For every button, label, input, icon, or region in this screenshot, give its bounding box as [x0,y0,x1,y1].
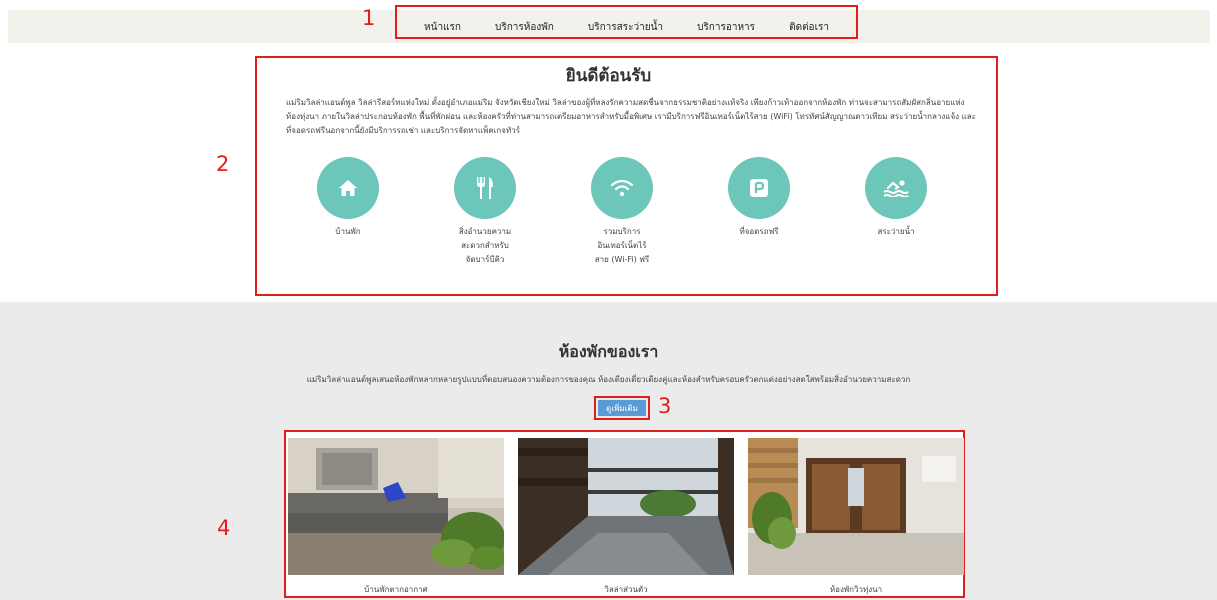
swimmer-icon [865,157,927,219]
room-photo-balcony[interactable] [518,438,734,575]
more-button-frame: ดูเพิ่มเติม [594,396,650,420]
annotation-2: 2 [216,152,230,176]
welcome-text: แม่ริมวิลล่าแอนด์พูล วิลล่ารีสอร์ทแห่งให… [286,98,976,135]
nav-item-food[interactable]: บริการอาหาร [697,10,755,35]
feature-bbq: สิ่งอำนวยความ สะดวกสำหรับ จัดบาร์บีคิว [425,157,545,267]
nav-item-rooms[interactable]: บริการห้องพัก [495,10,554,35]
room-card[interactable]: ห้องพักวิวทุ่งนา [748,438,964,596]
feature-label: ที่จอดรถฟรี [739,227,779,236]
feature-pool: สระว่ายน้ำ [836,157,956,239]
parking-icon [728,157,790,219]
feature-label: สระว่ายน้ำ [877,227,915,236]
room-caption: บ้านพักตากอากาศ [364,585,428,594]
nav-item-contact[interactable]: ติดต่อเรา [789,10,829,35]
nav-item-home[interactable]: หน้าแรก [424,10,461,35]
annotation-1: 1 [362,6,376,30]
room-card[interactable]: บ้านพักตากอากาศ [288,438,504,596]
room-photo-living[interactable] [288,438,504,575]
rooms-title: ห้องพักของเรา [558,342,659,361]
feature-label: รวมบริการ อินเทอร์เน็ตไร้ สาย (Wi-Fi) ฟร… [594,227,650,264]
room-gallery: บ้านพักตากอากาศ วิลล่าส่วนตัว ห้องพักวิว… [284,430,965,598]
feature-label: สิ่งอำนวยความ สะดวกสำหรับ จัดบาร์บีคิว [458,227,512,264]
feature-label: บ้านพัก [335,227,361,236]
welcome-title: ยินดีต้อนรับ [565,66,652,86]
nav-item-pool[interactable]: บริการสระว่ายน้ำ [588,10,663,35]
room-caption: ห้องพักวิวทุ่งนา [829,585,883,594]
feature-wifi: รวมบริการ อินเทอร์เน็ตไร้ สาย (Wi-Fi) ฟร… [562,157,682,267]
utensils-icon [454,157,516,219]
room-card[interactable]: วิลล่าส่วนตัว [518,438,734,596]
room-photo-fieldview[interactable] [748,438,964,575]
feature-parking: ที่จอดรถฟรี [699,157,819,239]
rooms-text: แม่ริมวิลล่าแอนด์พูลเสนอห้องพักหลากหลายร… [306,375,911,384]
annotation-4: 4 [217,516,231,540]
home-icon [317,157,379,219]
wifi-icon [591,157,653,219]
main-nav: หน้าแรก บริการห้องพัก บริการสระว่ายน้ำ บ… [395,5,858,39]
more-button[interactable]: ดูเพิ่มเติม [598,400,646,416]
feature-house: บ้านพัก [288,157,408,239]
room-caption: วิลล่าส่วนตัว [604,585,648,594]
annotation-3: 3 [658,394,672,418]
